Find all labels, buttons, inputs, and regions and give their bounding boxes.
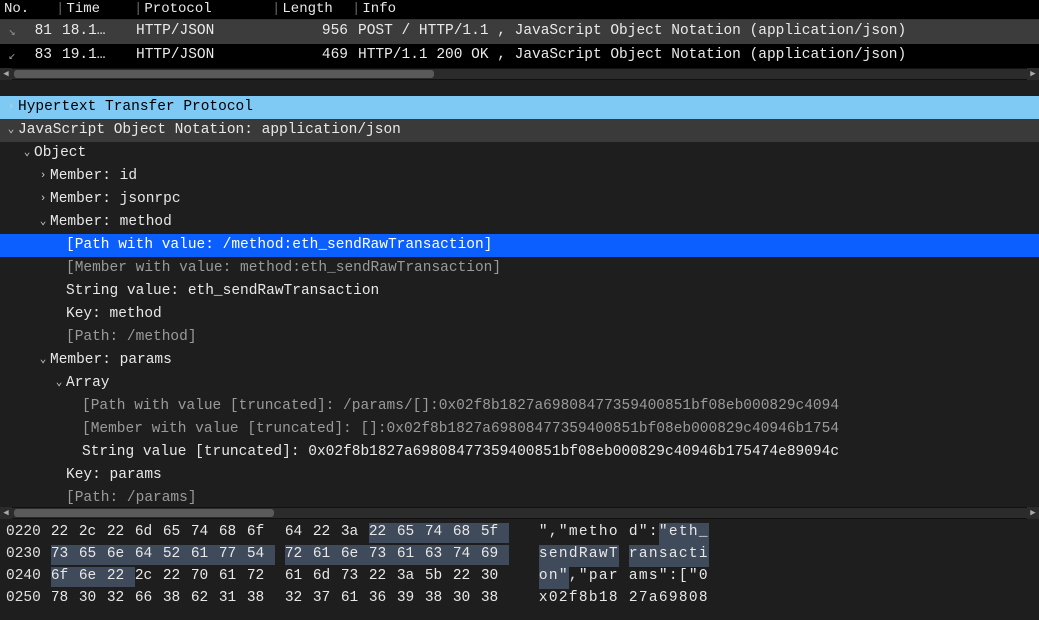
- detail-http-proto[interactable]: › Hypertext Transfer Protocol: [0, 96, 1039, 119]
- detail-member-jsonrpc[interactable]: › Member: jsonrpc: [0, 188, 1039, 211]
- hex-ascii: ","method":"eth_: [509, 523, 709, 545]
- detail-member-method[interactable]: ⌄ Member: method: [0, 211, 1039, 234]
- scroll-left-icon[interactable]: ◀: [0, 507, 12, 519]
- scroll-left-icon[interactable]: ◀: [0, 68, 12, 80]
- packet-time: 18.1…: [52, 22, 130, 42]
- detail-truncated-row: [0, 84, 1039, 96]
- details-hscroll[interactable]: ◀ ▶: [0, 507, 1039, 519]
- packet-protocol: HTTP/JSON: [130, 46, 300, 66]
- detail-member-value-params[interactable]: [Member with value [truncated]: []:0x02f…: [0, 418, 1039, 441]
- expand-down-icon[interactable]: ⌄: [52, 376, 66, 391]
- detail-json-header[interactable]: ⌄ JavaScript Object Notation: applicatio…: [0, 119, 1039, 142]
- hex-offset: 0250: [0, 589, 51, 611]
- detail-string-method[interactable]: String value: eth_sendRawTransaction: [0, 280, 1039, 303]
- packet-length: 469: [300, 46, 348, 66]
- col-time[interactable]: |Time: [52, 0, 130, 19]
- hex-row[interactable]: 02406f6e222c22706172616d73223a5b2230on",…: [0, 567, 1039, 589]
- col-no[interactable]: No.: [0, 0, 52, 19]
- expand-down-icon[interactable]: ⌄: [36, 215, 50, 230]
- detail-object[interactable]: ⌄ Object: [0, 142, 1039, 165]
- col-info[interactable]: |Info: [348, 0, 1039, 19]
- hex-bytes: 222c226d6574686f64223a226574685f: [51, 523, 509, 545]
- packet-info: POST / HTTP/1.1 , JavaScript Object Nota…: [348, 22, 1039, 42]
- packet-no: 81: [24, 22, 52, 42]
- expand-right-icon[interactable]: ›: [36, 192, 50, 207]
- hex-row[interactable]: 023073656e645261775472616e7361637469send…: [0, 545, 1039, 567]
- hex-row[interactable]: 025078303266386231383237613639383038x02f…: [0, 589, 1039, 611]
- packet-row[interactable]: ↙ 83 19.1… HTTP/JSON 469 HTTP/1.1 200 OK…: [0, 44, 1039, 68]
- scroll-thumb[interactable]: [14, 509, 274, 517]
- packet-time: 19.1…: [52, 46, 130, 66]
- scroll-right-icon[interactable]: ▶: [1027, 68, 1039, 80]
- hex-bytes: 6f6e222c22706172616d73223a5b2230: [51, 567, 509, 589]
- hex-bytes: 78303266386231383237613639383038: [51, 589, 509, 611]
- expand-right-icon[interactable]: ›: [4, 100, 18, 115]
- packet-no: 83: [24, 46, 52, 66]
- packet-row[interactable]: ↘ 81 18.1… HTTP/JSON 956 POST / HTTP/1.1…: [0, 20, 1039, 44]
- expand-right-icon[interactable]: ›: [36, 169, 50, 184]
- hex-offset: 0230: [0, 545, 51, 567]
- expand-down-icon[interactable]: ⌄: [4, 123, 18, 138]
- hex-ascii: on","params":["0: [509, 567, 709, 589]
- detail-array[interactable]: ⌄ Array: [0, 372, 1039, 395]
- hex-row[interactable]: 0220222c226d6574686f64223a226574685f","m…: [0, 523, 1039, 545]
- related-arrow-icon: ↙: [0, 48, 24, 64]
- expand-down-icon[interactable]: ⌄: [36, 353, 50, 368]
- packet-info: HTTP/1.1 200 OK , JavaScript Object Nota…: [348, 46, 1039, 66]
- col-protocol[interactable]: |Protocol: [130, 0, 268, 19]
- detail-key-params[interactable]: Key: params: [0, 464, 1039, 487]
- detail-member-id[interactable]: › Member: id: [0, 165, 1039, 188]
- scroll-right-icon[interactable]: ▶: [1027, 507, 1039, 519]
- hex-pane[interactable]: 0220222c226d6574686f64223a226574685f","m…: [0, 519, 1039, 619]
- scroll-thumb[interactable]: [14, 70, 434, 78]
- hex-bytes: 73656e645261775472616e7361637469: [51, 545, 509, 567]
- detail-path-params-only[interactable]: [Path: /params]: [0, 487, 1039, 507]
- hex-ascii: x02f8b1827a69808: [509, 589, 709, 611]
- hex-offset: 0240: [0, 567, 51, 589]
- detail-string-params[interactable]: String value [truncated]: 0x02f8b1827a69…: [0, 441, 1039, 464]
- detail-key-method[interactable]: Key: method: [0, 303, 1039, 326]
- hex-offset: 0220: [0, 523, 51, 545]
- col-length[interactable]: |Length: [268, 0, 348, 19]
- detail-path-method[interactable]: [Path with value: /method:eth_sendRawTra…: [0, 234, 1039, 257]
- expand-down-icon[interactable]: ⌄: [20, 146, 34, 161]
- hex-ascii: sendRawTransacti: [509, 545, 709, 567]
- packet-list[interactable]: ↘ 81 18.1… HTTP/JSON 956 POST / HTTP/1.1…: [0, 20, 1039, 68]
- detail-path-method-only[interactable]: [Path: /method]: [0, 326, 1039, 349]
- packet-details[interactable]: › Hypertext Transfer Protocol ⌄ JavaScri…: [0, 80, 1039, 507]
- packet-list-hscroll[interactable]: ◀ ▶: [0, 68, 1039, 80]
- detail-member-value-method[interactable]: [Member with value: method:eth_sendRawTr…: [0, 257, 1039, 280]
- packet-protocol: HTTP/JSON: [130, 22, 300, 42]
- packet-length: 956: [300, 22, 348, 42]
- detail-member-params[interactable]: ⌄ Member: params: [0, 349, 1039, 372]
- related-arrow-icon: ↘: [0, 24, 24, 40]
- packet-list-header[interactable]: No. |Time |Protocol |Length |Info: [0, 0, 1039, 20]
- detail-path-params[interactable]: [Path with value [truncated]: /params/[]…: [0, 395, 1039, 418]
